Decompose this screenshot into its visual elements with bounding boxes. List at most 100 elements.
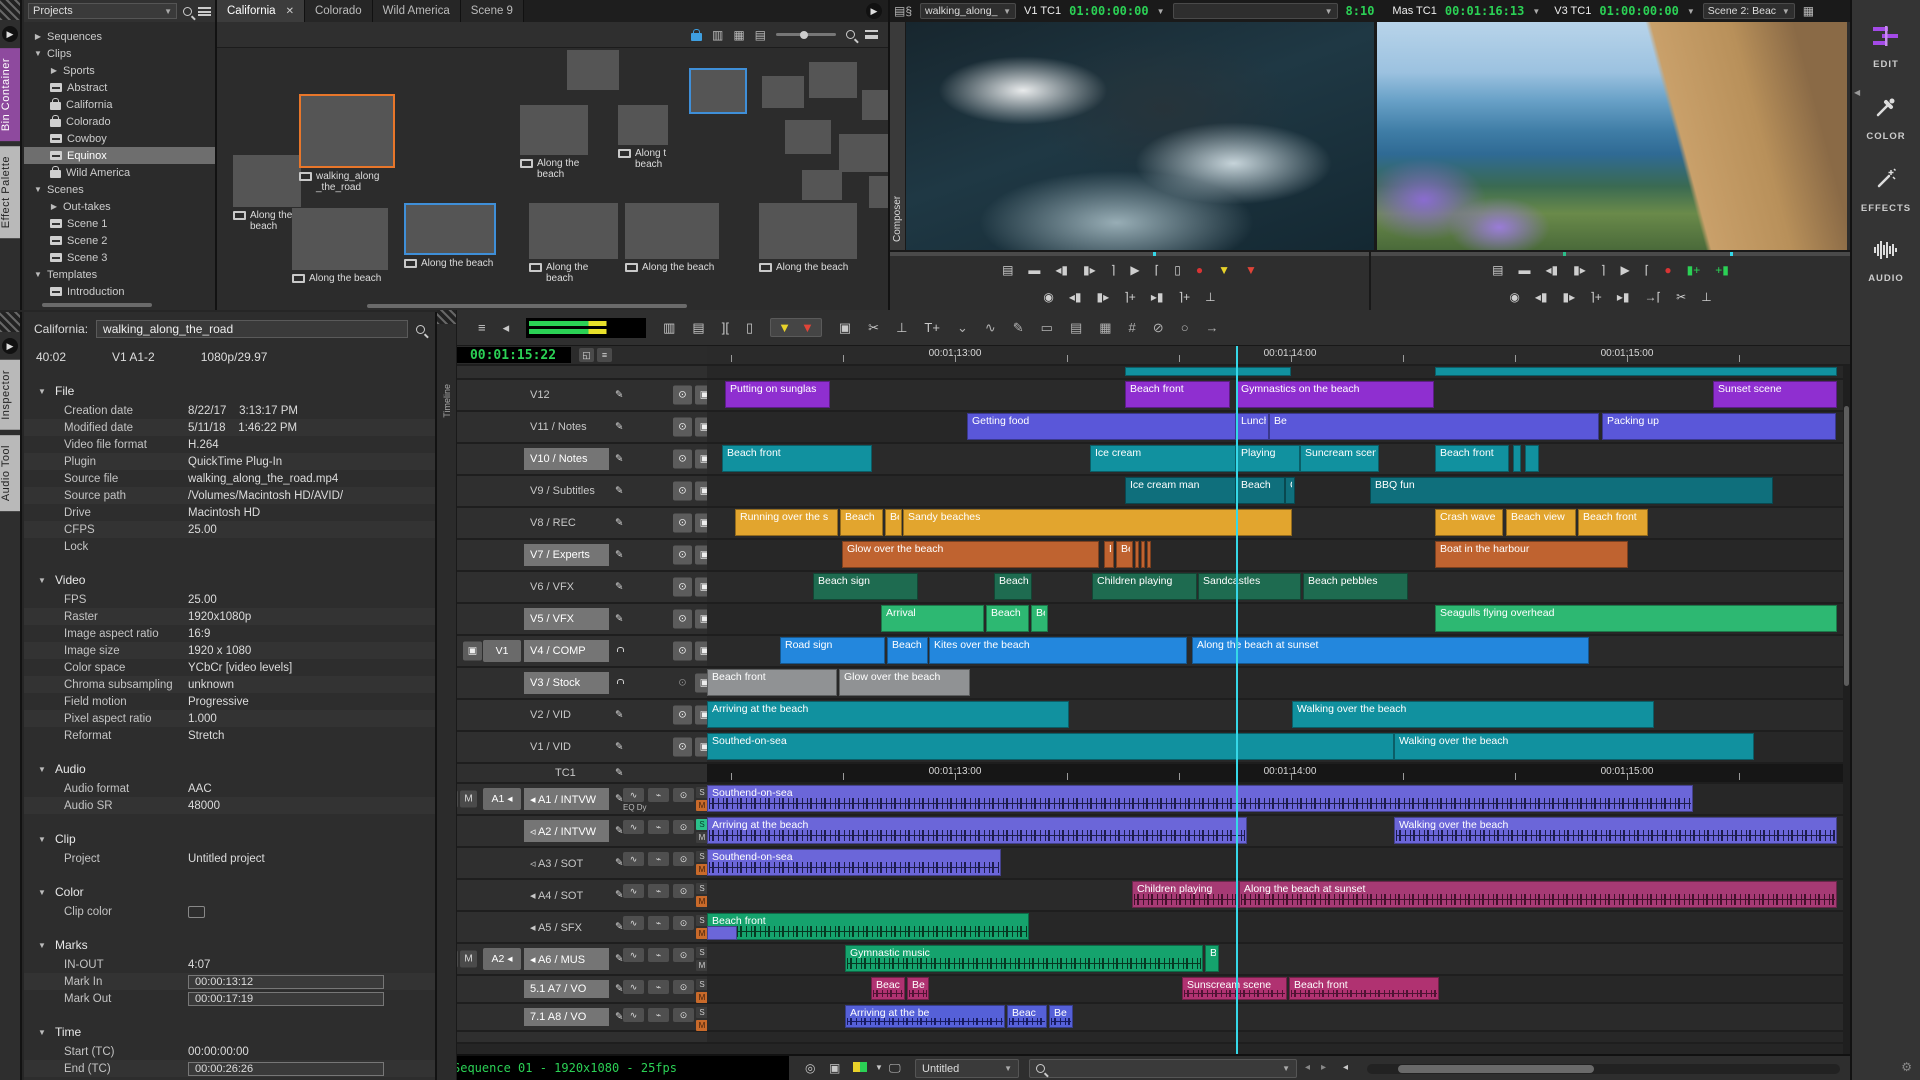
track-name[interactable]: V6 / VFX (524, 576, 609, 598)
track-lane[interactable]: Beach frontIce creamPlayingSuncream scen… (707, 444, 1850, 476)
tree-item-cowboy[interactable]: Cowboy (24, 130, 215, 147)
display-icon[interactable]: 🖵 (889, 1062, 901, 1074)
transport-button[interactable]: ◂▮ (1055, 264, 1068, 276)
timeline-clip[interactable] (1147, 541, 1151, 568)
track-name[interactable]: V1 / VID (524, 736, 609, 758)
timeline-clip[interactable]: Suncream scene (1300, 445, 1379, 472)
timeline-clip[interactable]: Beach view (1506, 509, 1576, 536)
timeline-clip[interactable]: Lunch (1236, 413, 1269, 440)
splice-in-icon[interactable]: ▼ (778, 321, 791, 334)
track-lane[interactable]: Arriving at the beachWalking over the be… (707, 700, 1850, 732)
tree-item-wild-america[interactable]: Wild America (24, 164, 215, 181)
clip-thumbnail-mini[interactable] (839, 134, 888, 172)
mute-button[interactable]: M (460, 791, 477, 808)
timeline-clip[interactable]: Southed-on-sea (707, 733, 1394, 760)
timeline-clip[interactable]: Beach pebbles (1303, 573, 1408, 600)
transport-button[interactable]: ⌈ (1155, 264, 1160, 276)
text-view-icon[interactable]: ▥ (712, 29, 723, 41)
track-power-button[interactable]: ⊙ (673, 852, 694, 866)
tree-item-scene-2[interactable]: Scene 2 (24, 232, 215, 249)
track-power-button[interactable]: ⊙ (673, 482, 692, 501)
track-name[interactable]: V7 / Experts (524, 544, 609, 566)
timeline-clip[interactable]: Packing up (1602, 413, 1836, 440)
pencil-icon[interactable]: ✎ (615, 454, 623, 465)
transport-button[interactable]: ▸▮ (1617, 291, 1630, 303)
timeline-clip[interactable]: C (1285, 477, 1295, 504)
pencil-icon[interactable]: ✎ (615, 768, 623, 779)
timeline-clip[interactable]: Southend-on-sea (707, 849, 1001, 876)
playhead[interactable] (1236, 346, 1238, 1054)
track-power-button[interactable]: ⊙ (673, 788, 694, 802)
automation-icon[interactable]: ⌁ (648, 1008, 669, 1022)
track-lane[interactable]: Beach frontGlow over the beach (707, 668, 1850, 700)
track-lane[interactable]: Road signBeachKites over the beachAlong … (707, 636, 1850, 668)
automation-icon[interactable]: ⌁ (648, 788, 669, 802)
timeline-clip[interactable]: Beach front (1578, 509, 1648, 536)
track-power-button[interactable]: ⊙ (673, 1008, 694, 1022)
waveform-icon[interactable]: ∿ (623, 916, 644, 930)
thumb-size-slider[interactable] (776, 33, 836, 36)
rail-play-button[interactable]: ▶ (2, 26, 18, 42)
track-lane[interactable]: Glow over the beachBBeBoat in the harbou… (707, 540, 1850, 572)
export-icon[interactable]: → (1206, 321, 1219, 334)
timeline-clip[interactable]: Walking over the beach (1292, 701, 1654, 728)
timeline-clip[interactable]: Sunscream scene (1182, 977, 1287, 1000)
track-name[interactable]: V4 / COMP (524, 640, 609, 662)
track-power-button[interactable]: ⊙ (673, 546, 692, 565)
pen-icon[interactable]: ✎ (1013, 321, 1024, 334)
twirl-icon[interactable]: ▶ (50, 202, 58, 211)
clip-thumbnail-mini[interactable] (809, 62, 857, 98)
track-power-button[interactable]: ⊙ (673, 738, 692, 757)
track-lane[interactable]: Arriving at the beBeacBe (707, 1004, 1850, 1032)
hash-icon[interactable]: # (1129, 321, 1136, 334)
source-clip-dropdown[interactable]: walking_along_▼ (920, 3, 1016, 19)
transport-button[interactable]: ▼ (1218, 264, 1230, 276)
menu-icon[interactable] (865, 30, 878, 39)
automation-icon[interactable]: ⌁ (648, 852, 669, 866)
filmstrip-icon[interactable]: ▤ (692, 321, 704, 334)
waveform-icon[interactable]: ∿ (623, 884, 644, 898)
center-dropdown[interactable]: ▼ (1173, 3, 1338, 19)
track-name[interactable]: V10 / Notes (524, 448, 609, 470)
timeline-clip[interactable] (1141, 541, 1145, 568)
automation-icon[interactable]: ⌁ (648, 980, 669, 994)
track-lane[interactable]: Children playingAlong the beach at sunse… (707, 880, 1850, 912)
snap-icon[interactable]: ⌄ (957, 321, 968, 334)
trim-mode-icon[interactable]: ⊥ (896, 321, 907, 334)
track-lane[interactable]: Arriving at the beachWalking over the be… (707, 816, 1850, 848)
timeline-clip[interactable]: Be (1031, 605, 1048, 632)
mode-audio[interactable]: AUDIO (1852, 240, 1920, 284)
timeline-clip[interactable]: Be (1269, 413, 1599, 440)
timeline-clip[interactable]: Seagulls flying overhead (1435, 605, 1837, 632)
timeline-clip[interactable] (1125, 367, 1291, 376)
transport-button[interactable]: ▶ (1620, 264, 1629, 276)
tab-scene-9[interactable]: Scene 9 (461, 0, 524, 22)
timeline-clip[interactable]: Running over the s (735, 509, 838, 536)
timeline-clip[interactable]: Beach (1236, 477, 1285, 504)
timeline-clip[interactable]: Gymnastic music (845, 945, 1203, 972)
source-patch-button[interactable]: A1 ◂ (483, 788, 521, 810)
track-name[interactable]: V3 / Stock (524, 672, 609, 694)
search-icon[interactable] (416, 325, 425, 334)
row-input[interactable]: 00:00:26:26 (188, 1062, 384, 1076)
track-power-button[interactable]: ⊙ (673, 674, 692, 693)
speaker-icon[interactable]: ◂ (503, 321, 510, 334)
expand-icon[interactable]: ◱ (579, 348, 594, 362)
transport-button[interactable]: ▮▸ (1562, 291, 1575, 303)
timeline-search-box[interactable]: ▼ (1029, 1059, 1297, 1078)
track-lane[interactable]: BeacBeSunscream sceneBeach front (707, 976, 1850, 1004)
timeline-clip[interactable]: Beach front (707, 913, 1029, 940)
timeline-clip[interactable]: Be (1049, 1005, 1073, 1028)
tab-california[interactable]: California✕ (217, 0, 305, 22)
pencil-icon[interactable]: ✎ (615, 486, 623, 497)
mark-clip-icon[interactable]: ][ (722, 321, 729, 334)
next-find-icon[interactable]: ▸ (1321, 1063, 1326, 1073)
section-title[interactable]: ▼File (24, 380, 435, 402)
close-icon[interactable]: ✕ (286, 6, 294, 17)
timeline-clip[interactable] (1525, 445, 1539, 472)
transport-button[interactable]: ▮+ (1687, 264, 1701, 276)
tree-item-introduction[interactable]: Introduction (24, 283, 215, 300)
track-power-button[interactable]: ⊙ (673, 578, 692, 597)
menu-icon[interactable]: ≡ (478, 321, 486, 334)
pencil-icon[interactable]: ✎ (615, 518, 623, 529)
